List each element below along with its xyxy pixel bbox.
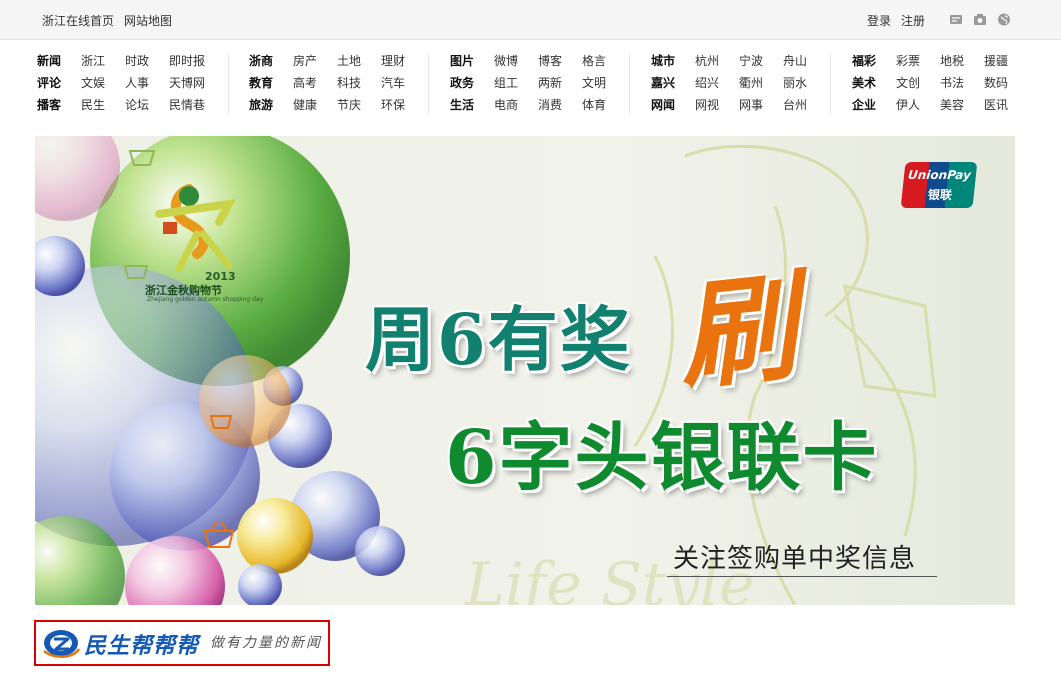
nav-divider [228,54,229,114]
nav-link[interactable]: 评论 [37,74,61,92]
home-link[interactable]: 浙江在线首页 [42,12,114,29]
nav-link[interactable]: 数码 [984,74,1008,92]
nav-link[interactable]: 理财 [381,52,405,70]
nav-link[interactable]: 企业 [852,96,876,114]
nav-link[interactable]: 援疆 [984,52,1008,70]
nav-link[interactable]: 人事 [125,74,149,92]
banner-subline-rule [667,576,937,577]
nav-link[interactable]: 房产 [293,52,317,70]
festival-logo: 2013 浙江金秋购物节 Zhejiang golden autumn shop… [119,174,269,304]
nav-link[interactable]: 民生 [81,96,105,114]
nav-link[interactable]: 天博网 [169,74,205,92]
nav-link[interactable]: 旅游 [249,96,273,114]
nav-link[interactable]: 彩票 [896,52,920,70]
nav-link[interactable]: 土地 [337,52,361,70]
nav-divider [629,54,630,114]
register-link[interactable]: 注册 [901,12,925,29]
nav-link[interactable]: 绍兴 [695,74,719,92]
nav-link[interactable]: 电商 [494,96,518,114]
nav-link[interactable]: 高考 [293,74,317,92]
nav-link[interactable]: 环保 [381,96,405,114]
unionpay-en-text: UnionPay [907,168,972,182]
minsheng-logo-box[interactable]: 民生帮帮帮 做有力量的新闻 [34,620,330,666]
nav-link[interactable]: 医讯 [984,96,1008,114]
nav-link[interactable]: 播客 [37,96,61,114]
nav-link[interactable]: 健康 [293,96,317,114]
login-link[interactable]: 登录 [867,12,891,29]
banner-subline: 关注签购单中奖信息 [673,544,917,574]
nav-link[interactable]: 教育 [249,74,273,92]
nav-link[interactable]: 格言 [582,52,606,70]
nav-link[interactable]: 博客 [538,52,562,70]
nav-group-media: 图片 微博 博客 格言 政务 组工 两新 文明 生活 电商 消费 体育 [450,52,630,118]
nav-link[interactable]: 网视 [695,96,719,114]
nav-link[interactable]: 即时报 [169,52,205,70]
nav-group-cities: 城市 杭州 宁波 舟山 嘉兴 绍兴 衢州 丽水 网闻 网视 网事 台州 [651,52,831,118]
nav-link[interactable]: 台州 [783,96,807,114]
nav-link[interactable]: 衢州 [739,74,763,92]
nav-link[interactable]: 时政 [125,52,149,70]
banner-headline-1: 周6有奖 [365,298,632,381]
nav-link[interactable]: 组工 [494,74,518,92]
nav-link[interactable]: 城市 [651,52,675,70]
nav-link[interactable]: 汽车 [381,74,405,92]
unionpay-cn-text: 银联 [927,188,953,202]
nav-group-news: 新闻 浙江 时政 即时报 评论 文娱 人事 天博网 播客 民生 论坛 民情巷 [37,52,217,118]
nav-link[interactable]: 文娱 [81,74,105,92]
festival-en: Zhejiang golden autumn shopping day [147,296,264,303]
main-navigation: 新闻 浙江 时政 即时报 评论 文娱 人事 天博网 播客 民生 论坛 民情巷 浙商 房产 土地 理财 教… [0,40,1061,118]
minsheng-logo-icon [43,630,80,658]
nav-link[interactable]: 地税 [940,52,964,70]
nav-link[interactable]: 美容 [940,96,964,114]
nav-link[interactable]: 伊人 [896,96,920,114]
nav-link[interactable]: 网闻 [651,96,675,114]
banner-headline-brush: 刷 [671,256,804,407]
logo-slogan: 做有力量的新闻 [210,635,322,651]
nav-link[interactable]: 两新 [538,74,562,92]
nav-link[interactable]: 福彩 [852,52,876,70]
nav-link[interactable]: 舟山 [783,52,807,70]
festival-emblem-icon [155,184,237,273]
nav-link[interactable]: 网事 [739,96,763,114]
globe-icon[interactable] [997,13,1011,26]
logo-name: 民生帮帮帮 [84,634,200,659]
nav-link[interactable]: 科技 [337,74,361,92]
nav-link[interactable]: 嘉兴 [651,74,675,92]
promo-banner[interactable]: Life Style 2013 浙江金秋购物节 Zhejiang golden … [35,136,1015,605]
banner-headline-2: 6字头银联卡 [445,415,879,501]
nav-link[interactable]: 杭州 [695,52,719,70]
nav-link[interactable]: 文创 [896,74,920,92]
nav-link[interactable]: 节庆 [337,96,361,114]
nav-link[interactable]: 图片 [450,52,474,70]
nav-divider [830,54,831,114]
unionpay-logo: UnionPay 银联 [900,162,978,208]
nav-link[interactable]: 宁波 [739,52,763,70]
nav-link[interactable]: 新闻 [37,52,61,70]
nav-link[interactable]: 体育 [582,96,606,114]
sitemap-link[interactable]: 网站地图 [124,12,172,29]
nav-link[interactable]: 丽水 [783,74,807,92]
nav-group-business: 浙商 房产 土地 理财 教育 高考 科技 汽车 旅游 健康 节庆 环保 [249,52,429,118]
nav-link[interactable]: 民情巷 [169,96,205,114]
nav-link[interactable]: 书法 [940,74,964,92]
camera-icon[interactable] [973,13,987,26]
nav-link[interactable]: 消费 [538,96,562,114]
top-bar: 浙江在线首页 网站地图 登录 注册 [0,0,1061,40]
mail-icon[interactable] [949,13,963,26]
nav-link[interactable]: 政务 [450,74,474,92]
nav-divider [428,54,429,114]
nav-link[interactable]: 浙商 [249,52,273,70]
nav-link[interactable]: 论坛 [125,96,149,114]
nav-group-lifestyle: 福彩 彩票 地税 援疆 美术 文创 书法 数码 企业 伊人 美容 医讯 [852,52,1032,118]
nav-link[interactable]: 浙江 [81,52,105,70]
nav-link[interactable]: 生活 [450,96,474,114]
nav-link[interactable]: 美术 [852,74,876,92]
nav-link[interactable]: 微博 [494,52,518,70]
nav-link[interactable]: 文明 [582,74,606,92]
